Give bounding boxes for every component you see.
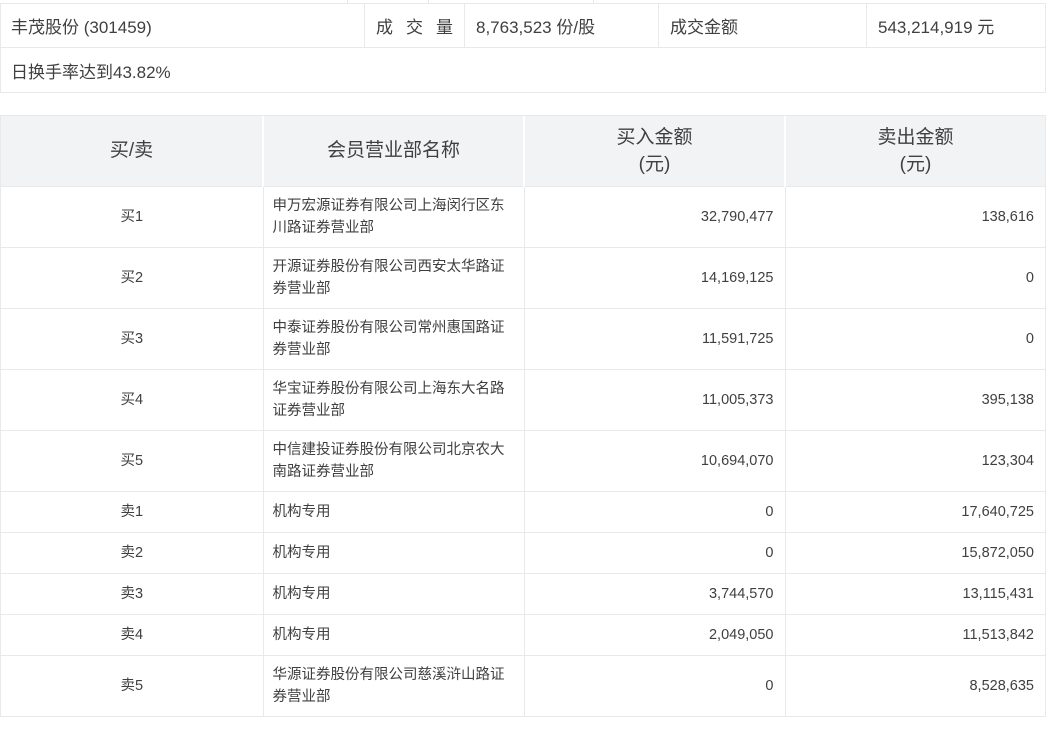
buy-amount-cell: 14,169,125	[524, 247, 785, 308]
side-cell: 卖1	[1, 491, 263, 532]
side-cell: 卖5	[1, 655, 263, 716]
table-row-buy5: 买5 中信建投证券股份有限公司北京农大南路证券营业部 10,694,070 12…	[1, 430, 1045, 491]
branch-cell: 华宝证券股份有限公司上海东大名路证券营业部	[263, 369, 524, 430]
header-branch-name: 会员营业部名称	[263, 116, 524, 186]
amount-value: 543,214,919 元	[866, 4, 1045, 47]
trading-seats-table: 买/卖 会员营业部名称 买入金额 (元) 卖出金额 (元) 买1 申万宏源证券有…	[0, 115, 1046, 717]
side-cell: 买2	[1, 247, 263, 308]
table-row-buy2: 买2 开源证券股份有限公司西安太华路证券营业部 14,169,125 0	[1, 247, 1045, 308]
sell-amount-cell: 0	[785, 308, 1045, 369]
sell-amount-cell: 13,115,431	[785, 573, 1045, 614]
side-cell: 买3	[1, 308, 263, 369]
divider	[428, 0, 429, 4]
side-cell: 卖2	[1, 532, 263, 573]
stock-info-bar: 丰茂股份 (301459) 成交量 8,763,523 份/股 成交金额 543…	[0, 4, 1046, 93]
table-row-sell5: 卖5 华源证券股份有限公司慈溪浒山路证券营业部 0 8,528,635	[1, 655, 1045, 716]
branch-cell: 机构专用	[263, 573, 524, 614]
branch-cell: 机构专用	[263, 532, 524, 573]
buy-amount-cell: 10,694,070	[524, 430, 785, 491]
table-row-sell4: 卖4 机构专用 2,049,050 11,513,842	[1, 614, 1045, 655]
stock-summary-row: 丰茂股份 (301459) 成交量 8,763,523 份/股 成交金额 543…	[1, 4, 1045, 47]
side-cell: 买5	[1, 430, 263, 491]
table-row-sell1: 卖1 机构专用 0 17,640,725	[1, 491, 1045, 532]
volume-value: 8,763,523 份/股	[464, 4, 658, 47]
stock-name: 丰茂股份 (301459)	[1, 4, 364, 47]
buy-amount-cell: 11,591,725	[524, 308, 785, 369]
amount-label: 成交金额	[658, 4, 866, 47]
buy-amount-cell: 0	[524, 532, 785, 573]
table-row-buy1: 买1 申万宏源证券有限公司上海闵行区东川路证券营业部 32,790,477 13…	[1, 186, 1045, 247]
sell-amount-cell: 0	[785, 247, 1045, 308]
divider	[347, 0, 348, 4]
buy-amount-cell: 11,005,373	[524, 369, 785, 430]
volume-label: 成交量	[364, 4, 464, 47]
sell-amount-cell: 395,138	[785, 369, 1045, 430]
sell-amount-cell: 15,872,050	[785, 532, 1045, 573]
divider	[593, 0, 594, 4]
buy-amount-cell: 3,744,570	[524, 573, 785, 614]
side-cell: 买4	[1, 369, 263, 430]
spacer	[0, 717, 1050, 733]
buy-amount-cell: 0	[524, 491, 785, 532]
table-row-buy4: 买4 华宝证券股份有限公司上海东大名路证券营业部 11,005,373 395,…	[1, 369, 1045, 430]
table-row-buy3: 买3 中泰证券股份有限公司常州惠国路证券营业部 11,591,725 0	[1, 308, 1045, 369]
sell-amount-cell: 8,528,635	[785, 655, 1045, 716]
header-sell-amount: 卖出金额 (元)	[785, 116, 1045, 186]
branch-cell: 华源证券股份有限公司慈溪浒山路证券营业部	[263, 655, 524, 716]
spacer	[0, 93, 1050, 115]
table-header-row: 买/卖 会员营业部名称 买入金额 (元) 卖出金额 (元)	[1, 116, 1045, 186]
side-cell: 买1	[1, 186, 263, 247]
sell-amount-cell: 17,640,725	[785, 491, 1045, 532]
branch-cell: 中信建投证券股份有限公司北京农大南路证券营业部	[263, 430, 524, 491]
header-buy-sell: 买/卖	[1, 116, 263, 186]
cropped-row-remnant	[0, 0, 1046, 4]
side-cell: 卖4	[1, 614, 263, 655]
sell-amount-cell: 11,513,842	[785, 614, 1045, 655]
side-cell: 卖3	[1, 573, 263, 614]
sell-amount-cell: 123,304	[785, 430, 1045, 491]
buy-amount-cell: 2,049,050	[524, 614, 785, 655]
branch-cell: 申万宏源证券有限公司上海闵行区东川路证券营业部	[263, 186, 524, 247]
header-buy-amount: 买入金额 (元)	[524, 116, 785, 186]
branch-cell: 机构专用	[263, 491, 524, 532]
turnover-note: 日换手率达到43.82%	[1, 47, 1045, 92]
table-row-sell2: 卖2 机构专用 0 15,872,050	[1, 532, 1045, 573]
branch-cell: 开源证券股份有限公司西安太华路证券营业部	[263, 247, 524, 308]
table-row-sell3: 卖3 机构专用 3,744,570 13,115,431	[1, 573, 1045, 614]
branch-cell: 机构专用	[263, 614, 524, 655]
buy-amount-cell: 32,790,477	[524, 186, 785, 247]
branch-cell: 中泰证券股份有限公司常州惠国路证券营业部	[263, 308, 524, 369]
sell-amount-cell: 138,616	[785, 186, 1045, 247]
buy-amount-cell: 0	[524, 655, 785, 716]
